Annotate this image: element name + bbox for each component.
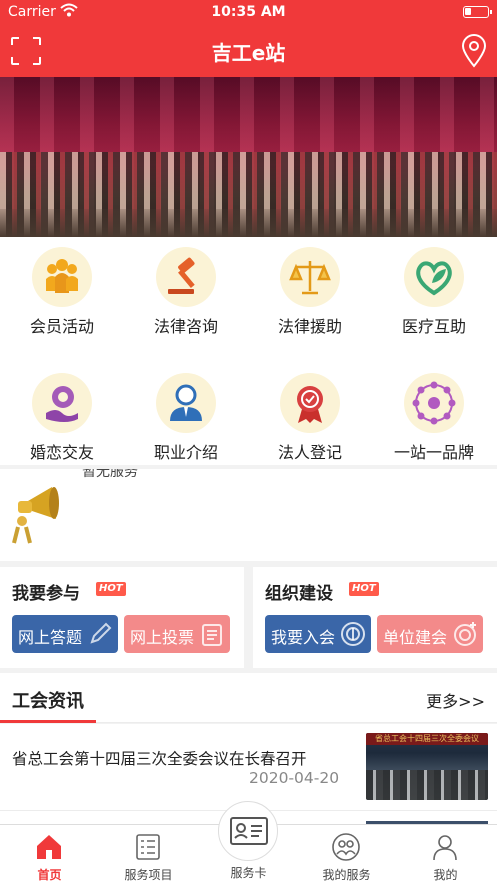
person-icon	[433, 835, 457, 861]
organization-title: 组织建设	[265, 584, 333, 604]
list-icon	[136, 834, 160, 860]
location-pin-icon[interactable]	[461, 34, 487, 68]
scales-icon	[280, 247, 340, 307]
badge-ribbon-icon	[280, 373, 340, 433]
service-medical-aid[interactable]: 医疗互助	[372, 237, 496, 351]
tab-services[interactable]: 服务项目	[99, 825, 198, 883]
banner-image[interactable]	[0, 77, 497, 237]
service-label: 法律援助	[277, 317, 342, 336]
service-label: 法人登记	[277, 443, 342, 462]
news-section-title: 工会资讯	[12, 691, 84, 712]
join-union-button[interactable]: 我要入会	[265, 615, 371, 653]
join-union-label: 我要入会	[271, 628, 336, 647]
tab-me-label: 我的	[433, 868, 458, 882]
banner-stage-floor	[0, 209, 497, 237]
online-vote-button[interactable]: 网上投票	[124, 615, 230, 653]
battery-icon	[463, 6, 492, 18]
tab-me[interactable]: 我的	[396, 825, 495, 883]
service-label: 法律咨询	[153, 317, 218, 336]
news-list-item[interactable]: 省总工会第十四届三次全委会议在长春召开 2020-04-20 省总工会十四届三次…	[0, 724, 497, 810]
active-section-underline	[0, 720, 96, 723]
service-label: 婚恋交友	[29, 443, 94, 462]
gavel-icon	[156, 247, 216, 307]
unit-union-label: 单位建会	[383, 628, 448, 647]
tab-service-card[interactable]	[218, 801, 278, 861]
tab-service-card-label: 服务卡	[230, 866, 267, 880]
hot-badge: HOT	[349, 582, 379, 596]
service-legal-registration[interactable]: 法人登记	[248, 363, 372, 477]
news-item-title: 省总工会第十四届三次全委会议在长春召开	[12, 750, 307, 768]
status-bar: Carrier 10:35 AM	[0, 0, 497, 24]
service-dating[interactable]: 婚恋交友	[0, 363, 124, 477]
clock: 10:35 AM	[211, 4, 286, 20]
news-item-date: 2020-04-20	[249, 769, 340, 787]
header: 吉工e站	[0, 24, 497, 77]
megaphone-icon	[8, 481, 68, 551]
service-label: 一站一品牌	[393, 443, 474, 462]
tab-services-label: 服务项目	[124, 868, 173, 882]
notice-panel: 暂无服务	[0, 469, 497, 561]
tab-my-services-label: 我的服务	[322, 868, 371, 882]
thumbnail-audience	[366, 770, 488, 800]
service-job-referral[interactable]: 职业介绍	[124, 363, 248, 477]
service-legal-aid[interactable]: 法律援助	[248, 237, 372, 351]
online-quiz-button[interactable]: 网上答题	[12, 615, 118, 653]
union-emblem-plus-icon	[454, 622, 476, 646]
tab-home[interactable]: 首页	[0, 825, 99, 883]
ring-emblem-icon	[404, 373, 464, 433]
service-label: 会员活动	[29, 317, 94, 336]
employee-icon	[156, 373, 216, 433]
service-legal-consult[interactable]: 法律咨询	[124, 237, 248, 351]
tab-my-services[interactable]: 我的服务	[297, 825, 396, 883]
hot-badge: HOT	[96, 582, 126, 596]
flower-hand-icon	[32, 373, 92, 433]
home-icon	[37, 835, 61, 859]
service-label: 医疗互助	[401, 317, 466, 336]
union-emblem-icon	[341, 622, 365, 646]
id-card-icon	[230, 817, 268, 845]
participate-title: 我要参与	[12, 584, 80, 604]
news-item-thumbnail: 省总工会十四届三次全委会议	[366, 733, 488, 800]
unit-union-button[interactable]: 单位建会	[377, 615, 483, 653]
service-label: 职业介绍	[153, 443, 218, 462]
service-brand[interactable]: 一站一品牌	[372, 363, 496, 477]
service-grid: 会员活动 法律咨询 法律援助 医疗互助 婚恋交友 职业介绍 法人登记 一站一品牌	[0, 237, 497, 465]
service-member-activity[interactable]: 会员活动	[0, 237, 124, 351]
online-vote-label: 网上投票	[130, 628, 195, 647]
online-quiz-label: 网上答题	[18, 628, 83, 647]
notice-text: 暂无服务	[82, 469, 138, 480]
tab-home-label: 首页	[37, 868, 62, 882]
people-icon	[332, 833, 360, 861]
participate-card: 我要参与 HOT 网上答题 网上投票	[0, 567, 244, 668]
pencil-icon	[90, 622, 112, 644]
organization-card: 组织建设 HOT 我要入会 单位建会	[253, 567, 497, 668]
more-news-link[interactable]: 更多>>	[426, 688, 485, 712]
news-header: 工会资讯 更多>>	[0, 673, 497, 723]
member-activity-icon	[32, 247, 92, 307]
app-title: 吉工e站	[211, 41, 286, 65]
heart-leaf-icon	[404, 247, 464, 307]
thumbnail-caption: 省总工会十四届三次全委会议	[366, 733, 488, 745]
clipboard-icon	[202, 624, 222, 646]
